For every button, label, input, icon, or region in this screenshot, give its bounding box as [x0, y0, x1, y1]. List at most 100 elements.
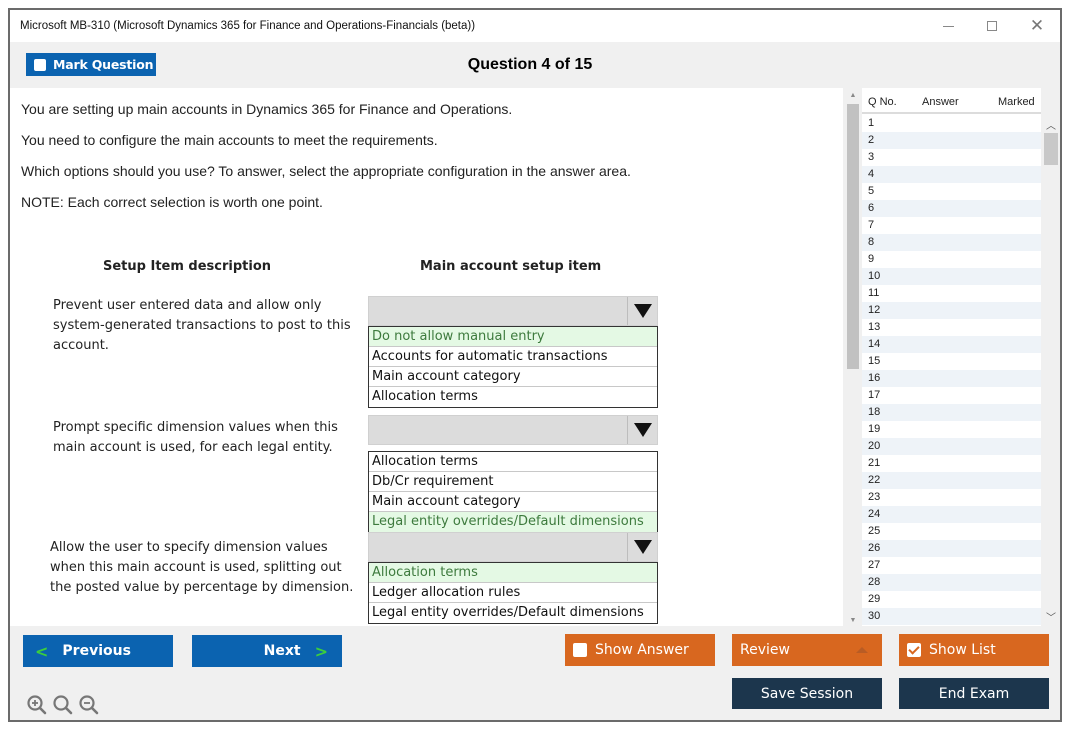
dropdown-option[interactable]: Legal entity overrides/Default dimension… [369, 603, 657, 623]
maximize-button[interactable] [972, 14, 1012, 38]
review-dropdown[interactable]: Review [732, 634, 882, 666]
question-list-row[interactable]: 7 [862, 217, 1041, 234]
close-button[interactable]: ✕ [1017, 14, 1057, 38]
title-bar: Microsoft MB-310 (Microsoft Dynamics 365… [10, 10, 1060, 42]
question-list-row[interactable]: 2 [862, 132, 1041, 149]
dropdown-toggle[interactable] [368, 415, 658, 445]
content-scrollbar[interactable]: ▲ ▼ [845, 88, 861, 626]
scrollbar-thumb[interactable] [1044, 133, 1058, 165]
question-list-row[interactable]: 13 [862, 319, 1041, 336]
save-session-button[interactable]: Save Session [732, 678, 882, 709]
question-list-row[interactable]: 3 [862, 149, 1041, 166]
question-list-row[interactable]: 23 [862, 489, 1041, 506]
question-content: You are setting up main accounts in Dyna… [10, 88, 843, 626]
question-list: Q No. Answer Marked 1 2 3 4 5 6 7 8 9 10 11 12 13 14 1… [862, 88, 1041, 626]
question-list-row[interactable]: 9 [862, 251, 1041, 268]
dropdown-option[interactable]: Main account category [369, 367, 657, 387]
previous-button[interactable]: < Previous [23, 635, 173, 667]
zoom-controls [26, 694, 100, 716]
window-title: Microsoft MB-310 (Microsoft Dynamics 365… [20, 20, 476, 32]
chevron-up-icon[interactable]: ︿ [1043, 117, 1059, 132]
dropdown-option[interactable]: Allocation terms [369, 387, 657, 407]
question-list-row[interactable]: 26 [862, 540, 1041, 557]
minimize-button[interactable] [928, 14, 968, 38]
question-list-row[interactable]: 29 [862, 591, 1041, 608]
description-line: account. [53, 338, 109, 353]
description-line: when this main account is used, splittin… [50, 560, 342, 575]
column-header-setup-item: Main account setup item [420, 259, 602, 274]
question-list-header: Q No. Answer Marked [862, 88, 1041, 114]
show-list-checkbox[interactable] [907, 643, 921, 657]
description-line: Prevent user entered data and allow only [53, 298, 322, 313]
dropdown-option[interactable]: Allocation terms [369, 563, 657, 583]
dropdown-option[interactable]: Db/Cr requirement [369, 472, 657, 492]
question-list-row[interactable]: 14 [862, 336, 1041, 353]
question-list-row[interactable]: 5 [862, 183, 1041, 200]
question-list-row[interactable]: 6 [862, 200, 1041, 217]
show-answer-checkbox[interactable] [573, 643, 587, 657]
question-list-row[interactable]: 22 [862, 472, 1041, 489]
end-exam-button[interactable]: End Exam [899, 678, 1049, 709]
question-list-row[interactable]: 24 [862, 506, 1041, 523]
question-list-row[interactable]: 21 [862, 455, 1041, 472]
dropdown-option[interactable]: Allocation terms [369, 452, 657, 472]
next-button[interactable]: Next > [192, 635, 342, 667]
show-list-toggle[interactable]: Show List [899, 634, 1049, 666]
caret-down-icon [633, 304, 652, 318]
caret-down-icon [633, 540, 652, 554]
question-list-row[interactable]: 25 [862, 523, 1041, 540]
scroll-up-arrow-icon[interactable]: ▲ [848, 92, 858, 99]
question-list-row[interactable]: 17 [862, 387, 1041, 404]
dropdown-option[interactable]: Accounts for automatic transactions [369, 347, 657, 367]
question-list-row[interactable]: 18 [862, 404, 1041, 421]
question-list-row[interactable]: 4 [862, 166, 1041, 183]
description-line: the posted value by percentage by dimens… [50, 580, 354, 595]
question-list-row[interactable]: 1 [862, 115, 1041, 132]
review-label: Review [740, 642, 790, 658]
question-list-row[interactable]: 28 [862, 574, 1041, 591]
chevron-down-icon[interactable]: ﹀ [1043, 609, 1059, 624]
dropdown-option[interactable]: Legal entity overrides/Default dimension… [369, 512, 657, 532]
caret-up-icon [856, 647, 868, 653]
show-answer-toggle[interactable]: Show Answer [565, 634, 715, 666]
app-window: Microsoft MB-310 (Microsoft Dynamics 365… [8, 8, 1062, 722]
dropdown-toggle[interactable] [368, 296, 658, 326]
question-counter: Question 4 of 15 [467, 56, 593, 73]
description-line: system-generated transactions to post to… [53, 318, 351, 333]
question-list-row[interactable]: 12 [862, 302, 1041, 319]
dropdown-option[interactable]: Do not allow manual entry [369, 327, 657, 347]
zoom-in-icon[interactable] [26, 694, 48, 716]
question-list-rows: 1 2 3 4 5 6 7 8 9 10 11 12 13 14 15 16 17 18 19 20 21 22 23 24 2… [862, 115, 1041, 625]
question-list-row[interactable]: 11 [862, 285, 1041, 302]
zoom-out-icon[interactable] [78, 694, 100, 716]
question-list-row[interactable]: 30 [862, 608, 1041, 625]
answer-dropdown-3: Allocation terms Ledger allocation rules… [368, 532, 658, 624]
mark-question-checkbox[interactable] [34, 58, 46, 71]
chevron-right-icon: > [314, 641, 328, 661]
previous-label: Previous [62, 643, 131, 659]
scroll-down-arrow-icon[interactable]: ▼ [848, 617, 858, 624]
dropdown-toggle[interactable] [368, 532, 658, 562]
question-list-row[interactable]: 27 [862, 557, 1041, 574]
setup-item-description: Prompt specific dimension values when th… [53, 418, 338, 458]
next-label: Next [263, 643, 301, 659]
answer-dropdown-2: Allocation terms Db/Cr requirement Main … [368, 415, 658, 533]
question-list-row[interactable]: 15 [862, 353, 1041, 370]
column-header-description: Setup Item description [103, 259, 272, 274]
dropdown-option[interactable]: Ledger allocation rules [369, 583, 657, 603]
scrollbar-thumb[interactable] [847, 104, 859, 369]
question-paragraph: Which options should you use? To answer,… [21, 163, 631, 179]
question-list-row[interactable]: 20 [862, 438, 1041, 455]
toolbar: Mark Question Question 4 of 15 [10, 42, 1060, 88]
question-list-row[interactable]: 10 [862, 268, 1041, 285]
mark-question-button[interactable]: Mark Question [26, 53, 156, 76]
question-list-row[interactable]: 16 [862, 370, 1041, 387]
dropdown-option[interactable]: Main account category [369, 492, 657, 512]
setup-item-description: Allow the user to specify dimension valu… [50, 538, 353, 598]
question-list-scrollbar[interactable]: ︿ ﹀ [1043, 115, 1059, 626]
question-list-row[interactable]: 19 [862, 421, 1041, 438]
question-list-row[interactable]: 8 [862, 234, 1041, 251]
zoom-reset-icon[interactable] [52, 694, 74, 716]
maximize-icon [987, 21, 997, 32]
bottom-bar: < Previous Next > Show Answer Review Sho… [10, 626, 1060, 720]
